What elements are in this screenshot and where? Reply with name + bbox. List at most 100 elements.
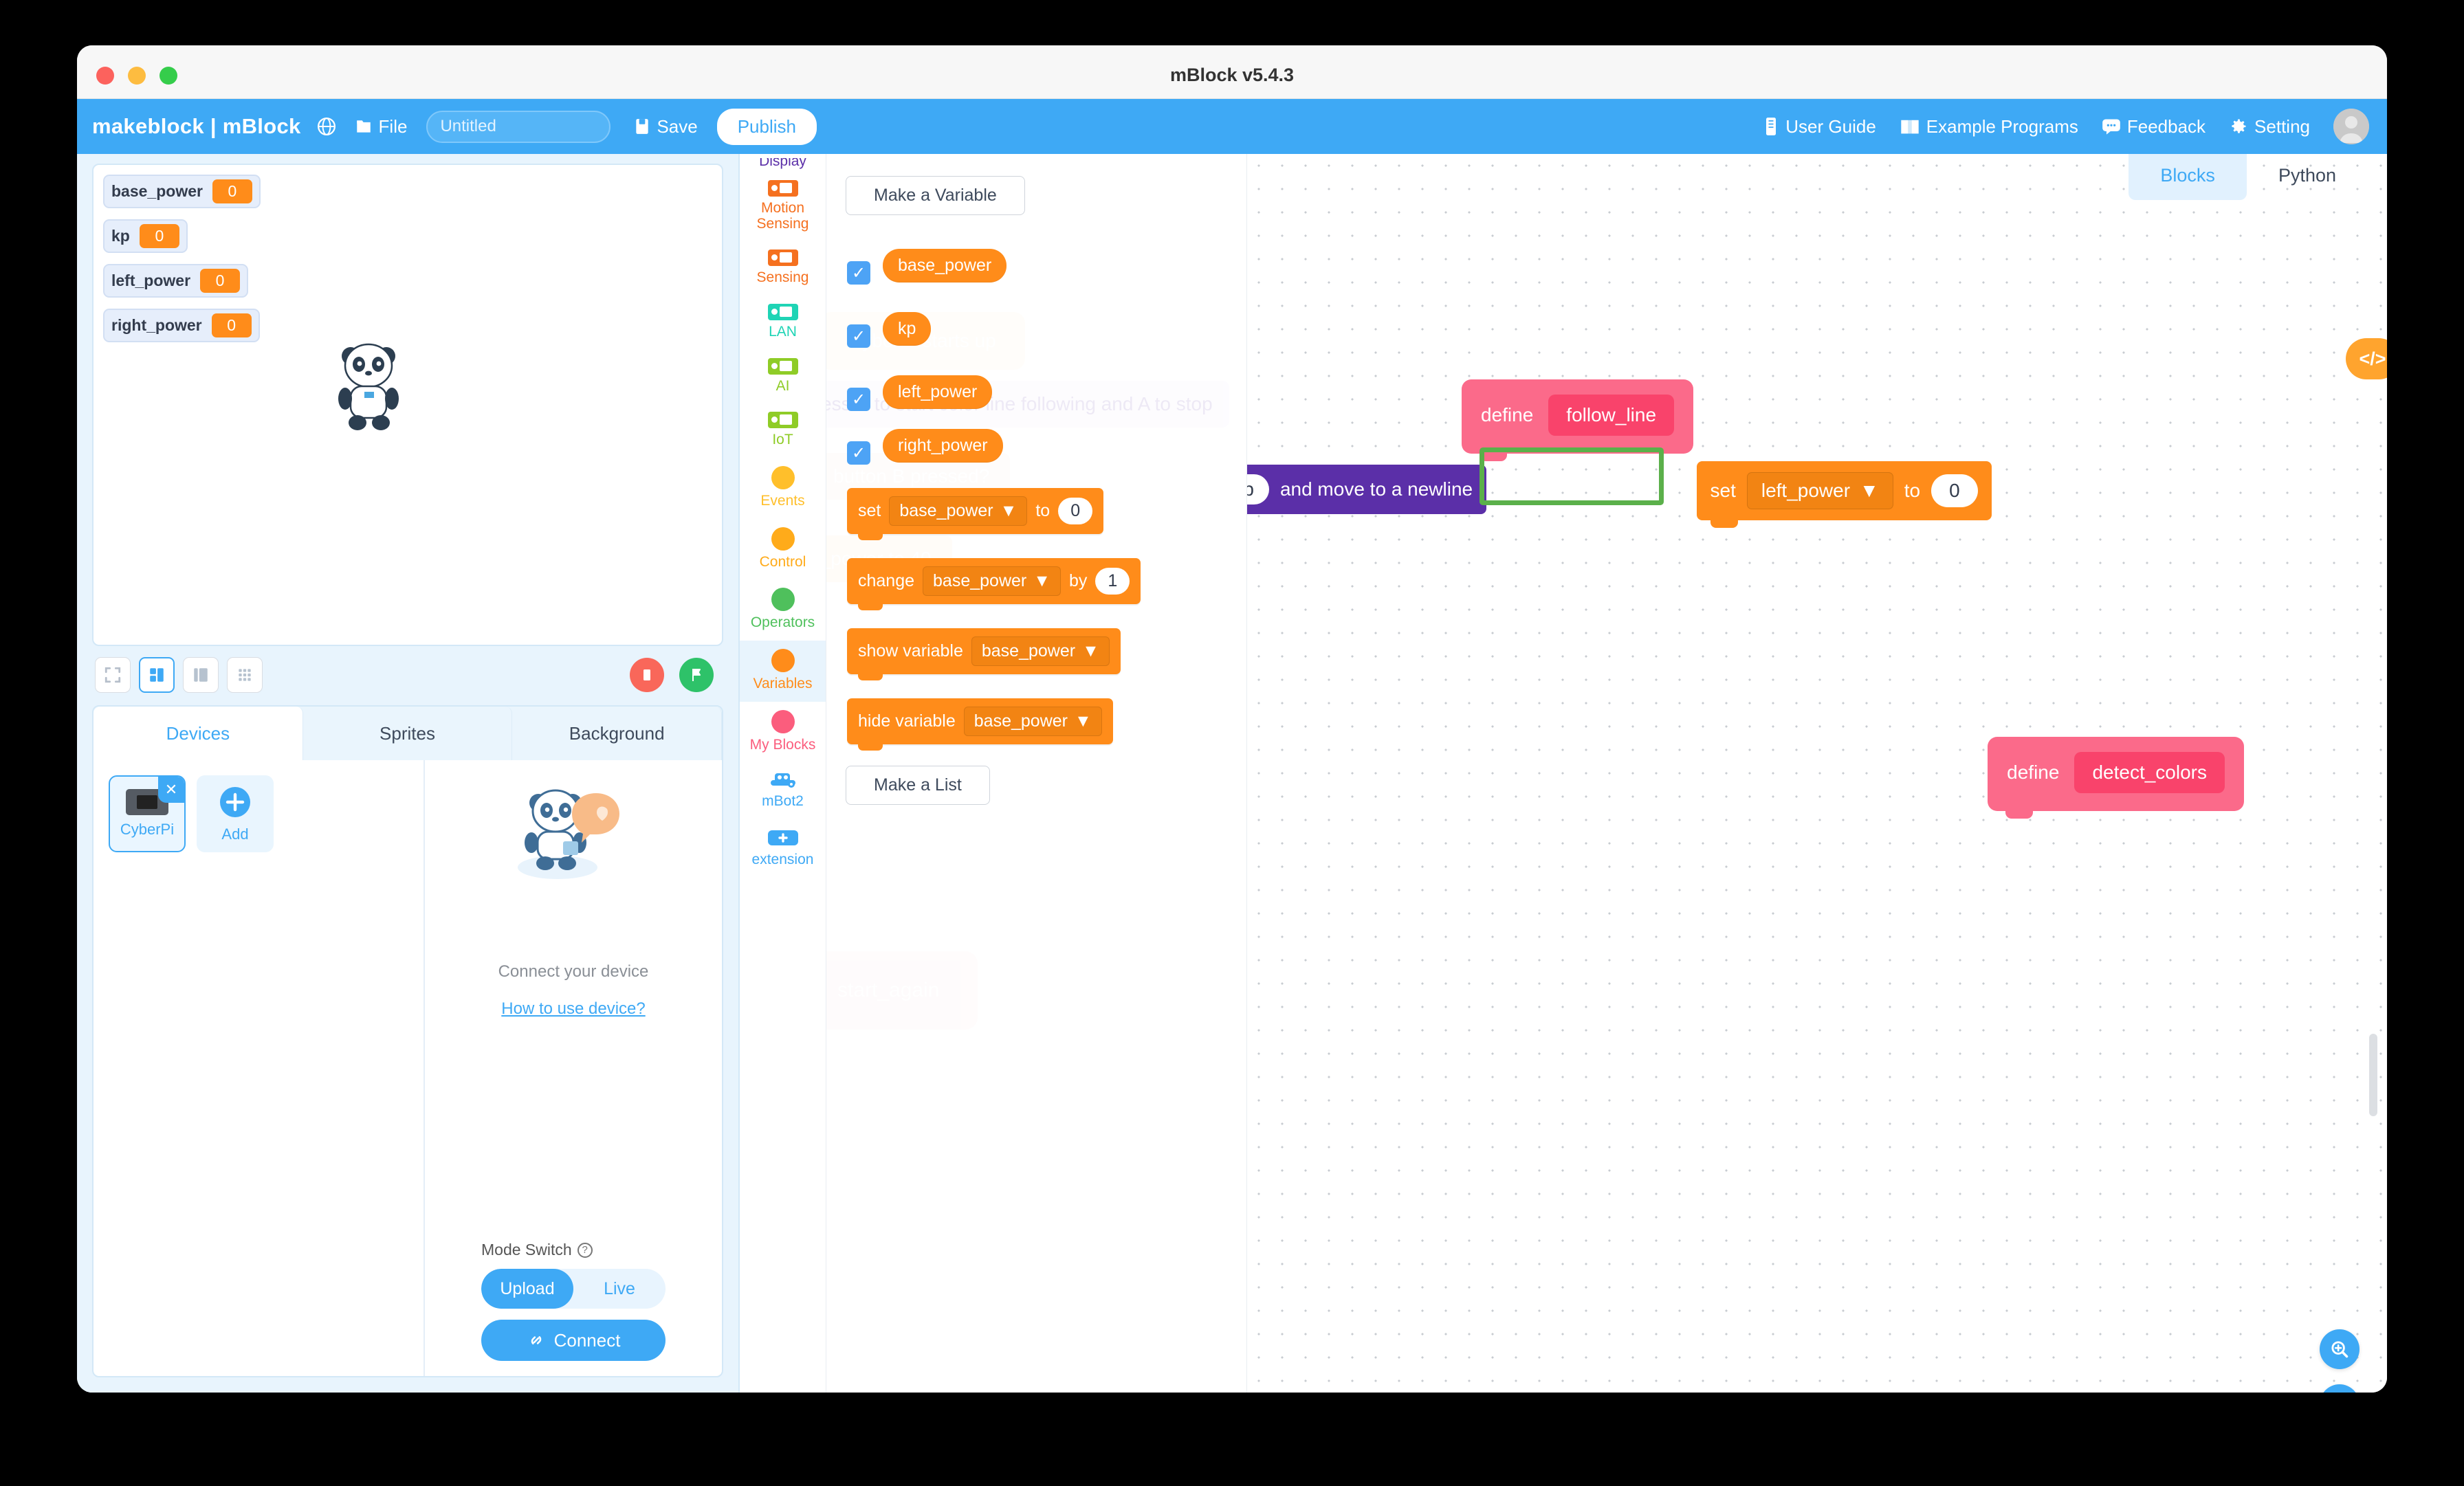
tab-sprites[interactable]: Sprites: [303, 707, 513, 760]
category-sensing[interactable]: Sensing: [740, 241, 826, 296]
block-op-label: show variable: [858, 641, 963, 661]
add-device-button[interactable]: Add: [197, 775, 274, 852]
stop-button[interactable]: [630, 658, 664, 692]
feedback-button[interactable]: Feedback: [2102, 116, 2206, 137]
make-a-list-button[interactable]: Make a List: [846, 766, 990, 805]
grid-layout-button[interactable]: [227, 657, 263, 693]
project-name-input[interactable]: [426, 110, 611, 143]
variable-dropdown[interactable]: base_power ▼: [889, 496, 1028, 526]
mode-switch-toggle[interactable]: Upload Live: [481, 1269, 666, 1309]
category-control[interactable]: Control: [740, 519, 826, 580]
variable-monitor[interactable]: kp 0: [103, 219, 188, 253]
variable-monitor[interactable]: right_power 0: [103, 309, 260, 342]
example-programs-button[interactable]: Example Programs: [1900, 116, 2078, 137]
block-op-label: set: [1710, 480, 1736, 501]
value-input[interactable]: 0: [1931, 474, 1978, 507]
panda-sprite[interactable]: [327, 335, 410, 439]
dot-icon: [771, 588, 795, 612]
category-lan[interactable]: LAN: [740, 296, 826, 350]
value-input[interactable]: 0: [1058, 498, 1093, 524]
tab-python[interactable]: Python: [2247, 154, 2368, 200]
category-operators[interactable]: Operators: [740, 579, 826, 641]
save-icon: [634, 118, 650, 135]
variable-pill-left-power[interactable]: left_power: [883, 375, 993, 409]
user-guide-button[interactable]: User Guide: [1763, 116, 1876, 137]
variable-checkbox[interactable]: ✓: [847, 324, 870, 348]
how-to-use-device-link[interactable]: How to use device?: [501, 999, 645, 1019]
category-mbot2[interactable]: mBot2: [740, 762, 826, 819]
change-variable-block[interactable]: change base_power ▼ by 1: [847, 558, 1141, 610]
block-palette[interactable]: CyberPi starts up Press B to start color…: [826, 154, 1247, 1393]
category-iot[interactable]: IoT: [740, 403, 826, 458]
variable-pill-right-power[interactable]: right_power: [883, 429, 1003, 463]
close-icon[interactable]: ✕: [158, 777, 184, 803]
make-a-variable-button[interactable]: Make a Variable: [846, 176, 1025, 215]
define-detect-colors-block[interactable]: define detect_colors: [1988, 737, 2244, 819]
value-input[interactable]: 1: [1095, 568, 1130, 595]
block-workspace[interactable]: Blocks Python </> stop and move to a new…: [1247, 154, 2387, 1393]
show-variable-block[interactable]: show variable base_power ▼: [847, 628, 1121, 680]
file-menu-button[interactable]: File: [355, 116, 407, 137]
define-follow-line-block[interactable]: define follow_line: [1462, 379, 1694, 461]
stage-canvas[interactable]: base_power 0 kp 0 left_power 0 right_pow…: [92, 164, 723, 646]
question-icon[interactable]: ?: [577, 1242, 593, 1258]
folder-icon: [355, 118, 373, 135]
chat-icon: [2102, 118, 2121, 135]
mode-option-live[interactable]: Live: [573, 1269, 666, 1309]
setting-button[interactable]: Setting: [2229, 116, 2310, 137]
set-left-power-block[interactable]: set left_power ▼ to 0: [1696, 461, 1992, 528]
tab-background[interactable]: Background: [512, 707, 722, 760]
globe-icon[interactable]: [316, 116, 337, 137]
fullscreen-button[interactable]: [95, 657, 131, 693]
category-my-blocks[interactable]: My Blocks: [740, 702, 826, 763]
dropdown-label: base_power: [899, 501, 993, 520]
wide-layout-button[interactable]: [183, 657, 219, 693]
connect-button[interactable]: Connect: [481, 1320, 666, 1361]
avatar[interactable]: [2333, 109, 2369, 144]
monitor-value: 0: [200, 269, 241, 293]
variable-monitor[interactable]: base_power 0: [103, 175, 261, 208]
variable-checkbox[interactable]: ✓: [847, 441, 870, 465]
zoom-out-button[interactable]: [2320, 1384, 2360, 1393]
newline-value-input[interactable]: stop: [1247, 474, 1269, 504]
tab-blocks[interactable]: Blocks: [2128, 154, 2247, 200]
variable-checkbox[interactable]: ✓: [847, 388, 870, 411]
newline-block-label: and move to a newline: [1279, 478, 1473, 500]
save-button[interactable]: Save: [634, 116, 698, 137]
highlight-box: [1480, 447, 1664, 505]
vertical-scrollbar[interactable]: [2369, 1034, 2377, 1116]
publish-button[interactable]: Publish: [716, 108, 817, 145]
mode-option-upload[interactable]: Upload: [481, 1269, 573, 1309]
green-flag-button[interactable]: [679, 658, 714, 692]
device-card-cyberpi[interactable]: ✕ CyberPi: [109, 775, 186, 852]
chevron-down-icon: ▼: [1033, 571, 1050, 590]
hide-variable-block[interactable]: hide variable base_power ▼: [847, 698, 1113, 751]
variable-dropdown[interactable]: base_power ▼: [963, 707, 1102, 736]
define-keyword: define: [1481, 404, 1534, 425]
variable-monitor[interactable]: left_power 0: [103, 264, 249, 298]
variable-pill-kp[interactable]: kp: [883, 312, 932, 346]
category-motion-sensing[interactable]: Motion Sensing: [740, 172, 826, 241]
left-power-dropdown[interactable]: left_power ▼: [1746, 472, 1893, 509]
link-icon: [527, 1331, 546, 1350]
newline-block[interactable]: stop and move to a newline: [1247, 465, 1487, 514]
tab-devices[interactable]: Devices: [94, 707, 303, 760]
variable-checkbox[interactable]: ✓: [847, 261, 870, 285]
category-events[interactable]: Events: [740, 458, 826, 519]
category-extension[interactable]: extension: [740, 819, 826, 878]
category-variables[interactable]: Variables: [740, 641, 826, 702]
category-ai[interactable]: AI: [740, 350, 826, 404]
panda-illustration: [515, 778, 632, 881]
variable-dropdown[interactable]: base_power ▼: [971, 636, 1110, 666]
variable-pill-base-power[interactable]: base_power: [883, 249, 1007, 282]
ghost-block: start_again: [826, 951, 978, 1030]
workspace-tabs: Blocks Python: [2128, 154, 2368, 200]
set-variable-block[interactable]: set base_power ▼ to 0: [847, 488, 1104, 540]
zoom-in-button[interactable]: [2320, 1329, 2360, 1369]
split-layout-button[interactable]: [139, 657, 175, 693]
app-window: mBlock v5.4.3 makeblock | mBlock File Sa…: [77, 45, 2387, 1393]
chevron-down-icon: ▼: [1082, 641, 1099, 661]
category-display[interactable]: Display: [740, 158, 826, 172]
code-icon[interactable]: </>: [2346, 338, 2387, 379]
variable-dropdown[interactable]: base_power ▼: [923, 566, 1061, 596]
